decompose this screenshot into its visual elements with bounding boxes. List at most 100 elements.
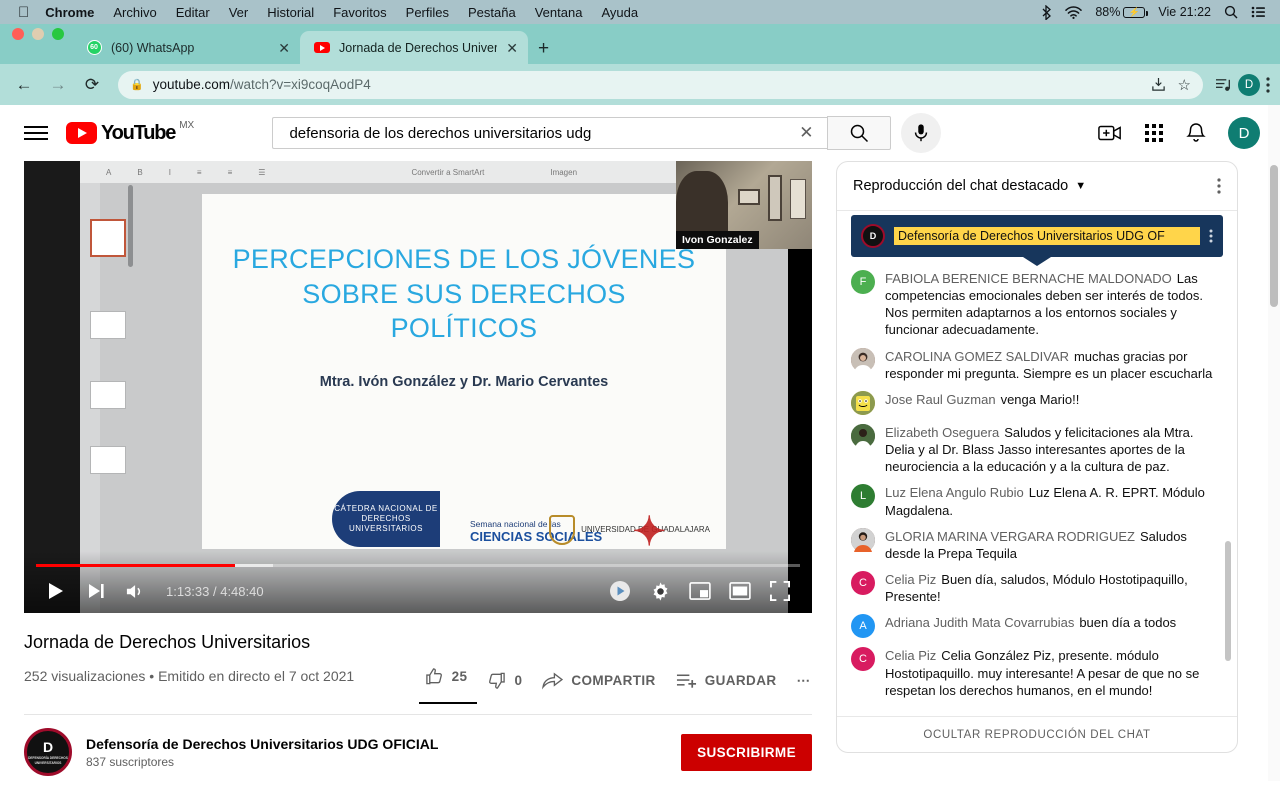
hamburger-menu-icon[interactable] — [24, 126, 48, 140]
spotlight-search-icon[interactable] — [1224, 5, 1238, 19]
youtube-icon — [314, 40, 330, 56]
search-input[interactable]: defensoria de los derechos universitario… — [272, 117, 828, 149]
menu-item-ver[interactable]: Ver — [229, 5, 249, 20]
clear-x-icon[interactable]: ✕ — [793, 123, 819, 143]
whatsapp-icon: 60 — [86, 40, 102, 56]
menu-item-ayuda[interactable]: Ayuda — [601, 5, 638, 20]
forward-arrow-icon[interactable]: → — [44, 71, 72, 99]
udg-logo: UNIVERSIDAD DE GUADALAJARA — [549, 515, 710, 545]
search-button[interactable] — [827, 116, 892, 150]
media-playlist-icon[interactable] — [1215, 77, 1232, 92]
slide-thumbnail[interactable] — [90, 311, 126, 339]
fullscreen-icon[interactable] — [760, 571, 800, 611]
close-window-button[interactable] — [12, 28, 24, 40]
chat-mode-selector[interactable]: Reproducción del chat destacado ▼ — [853, 178, 1086, 194]
hide-chat-button[interactable]: OCULTAR REPRODUCCIÓN DEL CHAT — [837, 716, 1237, 752]
star-bookmark-icon[interactable]: ☆ — [1178, 76, 1191, 94]
back-arrow-icon[interactable]: ← — [10, 71, 38, 99]
pinned-message-menu-icon[interactable] — [1209, 229, 1213, 243]
chat-options-menu-icon[interactable] — [1217, 178, 1221, 194]
address-bar[interactable]: 🔒 youtube.com/watch?v=xi9coqAodP4 ☆ — [118, 70, 1203, 99]
chat-message[interactable]: L Luz Elena Angulo Rubio Luz Elena A. R. … — [851, 479, 1223, 522]
settings-gear-icon[interactable] — [640, 571, 680, 611]
more-actions-icon[interactable]: ⋯ — [787, 663, 813, 699]
chat-author-avatar — [851, 527, 875, 552]
chat-message[interactable]: C Celia Piz Buen día, saludos, Módulo Hos… — [851, 566, 1223, 609]
menu-item-historial[interactable]: Historial — [267, 5, 314, 20]
menu-item-perfiles[interactable]: Perfiles — [406, 5, 449, 20]
video-meta-text: 252 visualizaciones • Emitido en directo… — [24, 668, 355, 684]
chat-author-name: CAROLINA GOMEZ SALDIVAR — [885, 348, 1069, 364]
share-button[interactable]: COMPARTIR — [532, 661, 665, 700]
url-path: /watch?v=xi9coqAodP4 — [230, 77, 371, 92]
chat-author-avatar — [851, 390, 875, 415]
chat-message[interactable]: CAROLINA GOMEZ SALDIVAR muchas gracias po… — [851, 343, 1223, 386]
youtube-page: YouTube MX defensoria de los derechos un… — [0, 105, 1280, 781]
chevron-down-icon[interactable]: ▼ — [1075, 180, 1086, 192]
chat-message[interactable]: C Celia Piz Celia González Piz, presente.… — [851, 642, 1223, 702]
battery-status[interactable]: 88% ⚡ — [1095, 5, 1148, 19]
close-tab-icon[interactable]: ✕ — [278, 41, 290, 55]
reload-icon[interactable]: ⟳ — [78, 71, 106, 99]
slide-thumbnail[interactable] — [90, 381, 126, 409]
browser-tab-youtube[interactable]: Jornada de Derechos Universit ✕ — [300, 31, 528, 64]
volume-icon[interactable] — [116, 571, 156, 611]
install-app-icon[interactable] — [1151, 77, 1166, 92]
dislike-count: 0 — [514, 673, 523, 688]
autoplay-toggle-icon[interactable] — [600, 571, 640, 611]
youtube-apps-grid-icon[interactable] — [1144, 123, 1164, 143]
browser-tab-whatsapp[interactable]: 60 (60) WhatsApp ✕ — [72, 31, 300, 64]
apple-icon[interactable]:  — [18, 5, 29, 20]
chat-message[interactable]: GLORIA MARINA VERGARA RODRIGUEZ Saludos d… — [851, 523, 1223, 566]
channel-name[interactable]: Defensoría de Derechos Universitarios UD… — [86, 736, 438, 752]
minimize-window-button[interactable] — [32, 28, 44, 40]
youtube-logo[interactable]: YouTube MX — [66, 120, 194, 144]
chat-message[interactable]: F FABIOLA BERENICE BERNACHE MALDONADO Las… — [851, 265, 1223, 343]
chat-message[interactable]: Jose Raul Guzman venga Mario!! — [851, 386, 1223, 419]
menu-item-chrome[interactable]: Chrome — [45, 5, 94, 20]
notifications-bell-icon[interactable] — [1186, 122, 1206, 144]
chat-scrollbar[interactable] — [1225, 541, 1231, 661]
chat-message[interactable]: Elizabeth Oseguera Saludos y felicitacion… — [851, 419, 1223, 479]
wifi-icon[interactable] — [1065, 5, 1083, 19]
create-video-icon[interactable] — [1098, 124, 1122, 142]
menu-item-archivo[interactable]: Archivo — [113, 5, 156, 20]
browser-profile-avatar[interactable]: D — [1238, 73, 1260, 96]
menu-item-favoritos[interactable]: Favoritos — [333, 5, 386, 20]
close-tab-icon[interactable]: ✕ — [506, 41, 518, 55]
next-video-icon[interactable] — [76, 571, 116, 611]
subscribe-button[interactable]: SUSCRIBIRME — [681, 733, 812, 771]
slide-title-line-2: SOBRE SUS DERECHOS — [302, 278, 626, 309]
account-avatar[interactable]: D — [1227, 117, 1260, 149]
dislike-button[interactable]: 0 — [477, 661, 532, 700]
webcam-overlay[interactable]: Ivon Gonzalez — [676, 161, 812, 249]
webcam-wall-frame — [738, 189, 760, 205]
slide-thumbnail[interactable] — [90, 446, 126, 474]
slide-authors: Mtra. Ivón González y Dr. Mario Cervante… — [319, 373, 609, 390]
progress-played — [36, 564, 235, 567]
battery-charging-icon: ⚡ — [1123, 6, 1148, 18]
maximize-window-button[interactable] — [52, 28, 64, 40]
pinned-chat-message[interactable]: D Defensoría de Derechos Universitarios … — [851, 215, 1223, 257]
chat-message-list[interactable]: que debemos fortalecer en educación emoc… — [837, 210, 1237, 716]
miniplayer-icon[interactable] — [680, 571, 720, 611]
bluetooth-icon[interactable] — [1041, 4, 1052, 20]
theater-mode-icon[interactable] — [720, 571, 760, 611]
page-scrollbar-thumb[interactable] — [1270, 165, 1278, 307]
menubar-clock[interactable]: Vie 21:22 — [1158, 5, 1211, 19]
play-icon[interactable] — [36, 571, 76, 611]
save-button[interactable]: GUARDAR — [666, 662, 787, 700]
channel-avatar[interactable]: D DEFENSORÍA DERECHOS UNIVERSITARIOS — [24, 728, 72, 776]
control-center-icon[interactable] — [1251, 6, 1266, 18]
menu-item-ventana[interactable]: Ventana — [535, 5, 583, 20]
voice-search-button[interactable] — [901, 113, 942, 153]
three-dot-menu-icon[interactable] — [1266, 76, 1270, 93]
menu-item-editar[interactable]: Editar — [176, 5, 210, 20]
like-button[interactable]: 25 — [418, 657, 478, 704]
new-tab-button[interactable]: + — [538, 39, 549, 58]
progress-bar[interactable] — [36, 564, 800, 567]
slide-thumbnail-selected[interactable] — [90, 219, 126, 257]
chat-message[interactable]: A Adriana Judith Mata Covarrubias buen dí… — [851, 609, 1223, 642]
video-player[interactable]: A B I ≡ ≡ ☰ Convertir a SmartArt Imagen PERCEPC… — [24, 161, 812, 613]
menu-item-pestana[interactable]: Pestaña — [468, 5, 516, 20]
